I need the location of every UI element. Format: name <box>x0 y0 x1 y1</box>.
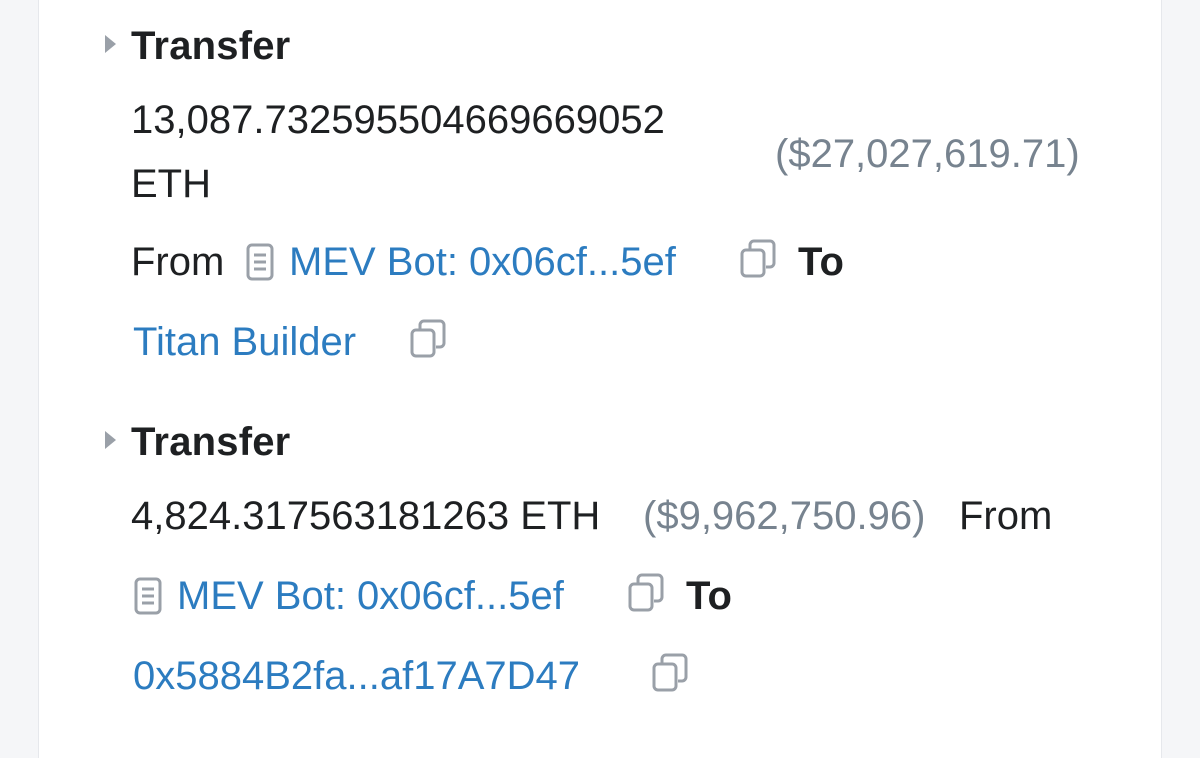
from-label: From <box>959 494 1053 538</box>
to-address-link[interactable]: 0x5884B2fa...af17A7D47 <box>133 654 580 699</box>
to-label: To <box>798 240 844 284</box>
from-address-link[interactable]: MEV Bot: 0x06cf...5ef <box>289 240 676 285</box>
caret-right-icon[interactable] <box>105 35 116 53</box>
transfer-heading[interactable]: Transfer <box>131 420 290 465</box>
transfer-usd-value: ($27,027,619.71) <box>775 132 1080 176</box>
contract-document-icon <box>246 243 274 281</box>
token-transfers-card: Transfer 13,087.732595504669669052 ETH (… <box>38 0 1162 758</box>
from-address-link[interactable]: MEV Bot: 0x06cf...5ef <box>177 574 564 619</box>
transfer-amount: 13,087.732595504669669052 <box>131 98 665 142</box>
copy-icon[interactable] <box>651 652 689 694</box>
caret-right-icon[interactable] <box>105 431 116 449</box>
copy-icon[interactable] <box>627 572 665 614</box>
contract-document-icon <box>134 577 162 615</box>
copy-icon[interactable] <box>409 318 447 360</box>
to-address-link[interactable]: Titan Builder <box>133 320 356 365</box>
transfer-amount: 4,824.317563181263 ETH <box>131 494 601 538</box>
transfer-amount-unit: ETH <box>131 162 211 206</box>
copy-icon[interactable] <box>739 238 777 280</box>
to-label: To <box>686 574 732 618</box>
transfer-usd-value: ($9,962,750.96) <box>643 494 926 538</box>
transfer-heading[interactable]: Transfer <box>131 24 290 69</box>
from-label: From <box>131 240 225 284</box>
